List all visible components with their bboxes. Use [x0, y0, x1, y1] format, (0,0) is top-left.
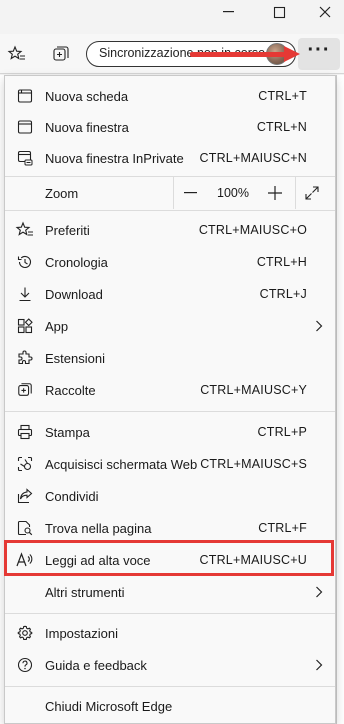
share-icon [16, 487, 34, 505]
print-icon [16, 423, 34, 441]
find-icon [16, 519, 34, 537]
close-icon [319, 6, 331, 18]
page-scrollbar[interactable] [336, 75, 344, 724]
collections-button[interactable] [50, 43, 72, 65]
menu-item-shortcut: CTRL+N [256, 120, 307, 134]
maximize-button[interactable] [256, 0, 302, 24]
menu-item-history[interactable]: Cronologia CTRL+H [5, 246, 335, 278]
menu-item-web-capture[interactable]: Acquisisci schermata Web CTRL+MAIUSC+S [5, 448, 335, 480]
annotation-arrow-line [190, 52, 288, 57]
menu-item-label: Nuova scheda [45, 88, 129, 104]
close-window-button[interactable] [302, 0, 344, 24]
menu-item-shortcut: CTRL+MAIUSC+S [200, 457, 307, 471]
menu-item-favorites[interactable]: Preferiti CTRL+MAIUSC+O [5, 214, 335, 246]
menu-item-downloads[interactable]: Download CTRL+J [5, 278, 335, 310]
menu-item-shortcut: CTRL+MAIUSC+O [198, 223, 307, 237]
menu-item-label: App [45, 318, 69, 334]
menu-item-close-edge[interactable]: Chiudi Microsoft Edge [5, 690, 335, 722]
menu-item-shortcut: CTRL+J [259, 287, 307, 301]
plus-icon [268, 186, 282, 200]
maximize-icon [273, 6, 285, 18]
menu-item-extensions[interactable]: Estensioni [5, 342, 335, 374]
zoom-in-button[interactable] [258, 177, 292, 209]
help-icon [16, 656, 34, 674]
menu-item-label: Estensioni [45, 350, 105, 366]
menu-item-shortcut: CTRL+MAIUSC+N [199, 151, 307, 165]
menu-item-more-tools[interactable]: Altri strumenti [5, 576, 335, 608]
menu-item-shortcut: CTRL+T [258, 89, 307, 103]
menu-item-apps[interactable]: App [5, 310, 335, 342]
new-window-icon [16, 118, 34, 136]
minimize-icon [223, 11, 234, 13]
web-capture-icon [16, 455, 34, 473]
collections-icon [16, 381, 34, 399]
zoom-label: Zoom [45, 185, 79, 201]
menu-item-label: Nuova finestra [45, 119, 129, 135]
menu-item-label: Chiudi Microsoft Edge [45, 698, 173, 714]
new-tab-icon [16, 87, 34, 105]
menu-item-new-tab[interactable]: Nuova scheda CTRL+T [5, 80, 335, 112]
download-icon [16, 285, 34, 303]
favorites-star-icon [7, 45, 25, 60]
menu-item-help-feedback[interactable]: Guida e feedback [5, 649, 335, 681]
settings-icon [16, 624, 34, 642]
fullscreen-icon [304, 186, 319, 200]
menu-item-label: Raccolte [45, 382, 96, 398]
fullscreen-button[interactable] [295, 177, 327, 209]
menu-item-shortcut: CTRL+H [256, 255, 307, 269]
menu-separator [5, 411, 335, 412]
inprivate-icon [16, 149, 34, 167]
settings-menu: Nuova scheda CTRL+T Nuova finestra CTRL+… [4, 75, 336, 724]
minus-icon [184, 192, 197, 194]
menu-separator [5, 686, 335, 687]
menu-item-label: Condividi [45, 488, 99, 504]
menu-item-settings[interactable]: Impostazioni [5, 617, 335, 649]
menu-item-zoom: Zoom 100% [5, 177, 335, 209]
favorites-icon [15, 221, 34, 239]
chevron-right-icon [315, 585, 325, 599]
apps-icon [16, 317, 34, 335]
menu-item-print[interactable]: Stampa CTRL+P [5, 416, 335, 448]
menu-separator [5, 210, 335, 211]
menu-separator [5, 613, 335, 614]
window-titlebar [0, 0, 344, 34]
menu-item-share[interactable]: Condividi [5, 480, 335, 512]
favorites-bar-button[interactable] [6, 43, 28, 65]
menu-item-label: Nuova finestra InPrivate [45, 150, 184, 166]
menu-item-shortcut: CTRL+MAIUSC+Y [200, 383, 307, 397]
history-icon [16, 253, 34, 271]
menu-item-label: Impostazioni [45, 625, 118, 641]
annotation-highlight-box [4, 540, 334, 576]
chevron-right-icon [315, 658, 325, 672]
annotation-arrow-head [284, 46, 300, 62]
menu-item-label: Guida e feedback [45, 657, 147, 673]
menu-item-label: Acquisisci schermata Web [45, 456, 198, 472]
menu-item-collections[interactable]: Raccolte CTRL+MAIUSC+Y [5, 374, 335, 406]
more-icon: ··· [307, 39, 331, 61]
chevron-right-icon [315, 319, 325, 333]
settings-and-more-button[interactable]: ··· [298, 38, 340, 70]
menu-item-label: Download [45, 286, 103, 302]
menu-item-inprivate[interactable]: Nuova finestra InPrivate CTRL+MAIUSC+N [5, 142, 335, 174]
menu-item-new-window[interactable]: Nuova finestra CTRL+N [5, 111, 335, 143]
zoom-value: 100% [217, 186, 249, 200]
menu-item-shortcut: CTRL+F [258, 521, 307, 535]
menu-item-shortcut: CTRL+P [257, 425, 307, 439]
minimize-button[interactable] [206, 0, 252, 24]
menu-item-label: Trova nella pagina [45, 520, 152, 536]
menu-item-label: Preferiti [45, 222, 90, 238]
menu-item-label: Altri strumenti [45, 584, 125, 600]
extensions-icon [16, 349, 34, 367]
collections-icon [53, 46, 69, 61]
menu-item-label: Cronologia [45, 254, 108, 270]
zoom-out-button[interactable] [174, 177, 208, 209]
menu-item-label: Stampa [45, 424, 90, 440]
